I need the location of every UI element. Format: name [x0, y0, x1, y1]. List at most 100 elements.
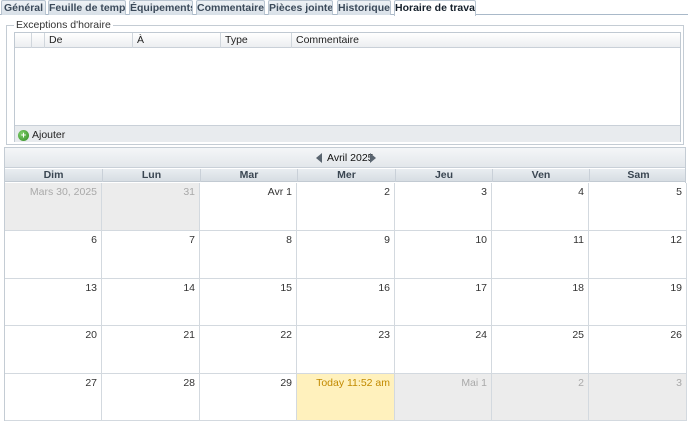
day-number: 13	[85, 282, 97, 294]
day-number: 11	[573, 234, 584, 246]
day-cell[interactable]: 26	[589, 326, 687, 374]
day-cell[interactable]: 3	[589, 374, 687, 421]
day-cell[interactable]: 11	[492, 231, 589, 279]
day-cell[interactable]: 16	[297, 279, 395, 326]
column-header-type[interactable]: Type	[220, 33, 291, 48]
grid-body	[15, 48, 680, 125]
day-cell[interactable]: 2	[492, 374, 589, 421]
calendar-grid: Mars 30, 2025 31 Avr 1 2 3 4 5 6 7 8 9 10 11 12 13 14 15…	[5, 183, 687, 421]
day-number: 28	[183, 377, 195, 389]
weekday-sat: Sam	[589, 169, 687, 182]
day-cell[interactable]: 17	[395, 279, 492, 326]
column-header-comment[interactable]: Commentaire	[291, 33, 680, 48]
row-select-header[interactable]	[31, 33, 44, 48]
day-cell[interactable]: 25	[492, 326, 589, 374]
weekday-header: Dim Lun Mar Mer Jeu Ven Sam	[5, 169, 685, 182]
row-number-header	[15, 33, 31, 48]
day-number: 6	[91, 234, 97, 246]
day-cell[interactable]: Avr 1	[200, 183, 297, 231]
add-label: Ajouter	[32, 129, 66, 141]
tab-history[interactable]: Historique	[337, 0, 391, 15]
day-cell[interactable]: Mars 30, 2025	[5, 183, 102, 231]
day-number: 14	[183, 282, 195, 294]
column-header-to[interactable]: À	[132, 33, 220, 48]
weekday-fri: Ven	[492, 169, 589, 182]
day-cell[interactable]: 24	[395, 326, 492, 374]
day-cell[interactable]: 22	[200, 326, 297, 374]
day-cell[interactable]: 23	[297, 326, 395, 374]
tab-attachments[interactable]: Pièces jointes	[268, 0, 333, 15]
tab-equipment[interactable]: Équipements	[129, 0, 193, 15]
day-number: 23	[378, 329, 390, 341]
day-cell[interactable]: 2	[297, 183, 395, 231]
day-number: Today 11:52 am	[316, 377, 390, 389]
grid-toolbar: + Ajouter	[15, 125, 680, 142]
day-cell[interactable]: 5	[589, 183, 687, 231]
day-number: 15	[280, 282, 292, 294]
day-number: Avr 1	[267, 186, 292, 198]
day-number: 12	[670, 234, 682, 246]
calendar-nav: Avril 2025	[5, 148, 685, 168]
add-exception-button[interactable]: + Ajouter	[18, 128, 65, 142]
day-cell[interactable]: 15	[200, 279, 297, 326]
schedule-exceptions-panel: Exceptions d'horaire De À Type Commentai…	[6, 19, 684, 145]
day-number: Mars 30, 2025	[29, 186, 97, 198]
weekday-sun: Dim	[43, 169, 64, 181]
day-number: 22	[280, 329, 292, 341]
tab-timesheet[interactable]: Feuille de temps	[48, 0, 126, 15]
day-number: 31	[183, 186, 195, 198]
day-cell[interactable]: 18	[492, 279, 589, 326]
day-cell[interactable]: 19	[589, 279, 687, 326]
next-month-icon[interactable]	[370, 153, 376, 163]
day-cell[interactable]: 10	[395, 231, 492, 279]
day-cell[interactable]: 13	[5, 279, 102, 326]
day-cell[interactable]: 20	[5, 326, 102, 374]
day-number: 26	[670, 329, 682, 341]
weekday-thu: Jeu	[395, 169, 492, 182]
day-number: 21	[183, 329, 195, 341]
day-cell[interactable]: 3	[395, 183, 492, 231]
weekday-wed: Mer	[297, 169, 395, 182]
day-number: Mai 1	[461, 377, 487, 389]
day-number: 4	[578, 186, 584, 198]
exceptions-grid: De À Type Commentaire + Ajouter	[14, 32, 681, 142]
day-cell[interactable]: 29	[200, 374, 297, 421]
day-cell[interactable]: 28	[102, 374, 200, 421]
day-number: 29	[280, 377, 292, 389]
day-number: 3	[676, 377, 682, 389]
tab-work-schedule[interactable]: Horaire de travail	[394, 0, 476, 16]
day-number: 7	[189, 234, 195, 246]
day-cell[interactable]: 14	[102, 279, 200, 326]
weekday-mon: Lun	[102, 169, 200, 182]
day-cell[interactable]: 12	[589, 231, 687, 279]
day-number: 2	[578, 377, 584, 389]
weekday-tue: Mar	[200, 169, 297, 182]
day-number: 27	[85, 377, 97, 389]
day-cell[interactable]: 9	[297, 231, 395, 279]
day-cell[interactable]: 31	[102, 183, 200, 231]
day-number: 5	[676, 186, 682, 198]
day-number: 25	[572, 329, 584, 341]
day-number: 20	[85, 329, 97, 341]
day-cell[interactable]: Mai 1	[395, 374, 492, 421]
panel-legend: Exceptions d'horaire	[14, 19, 113, 31]
month-label: Avril 2025	[327, 152, 374, 164]
day-number: 3	[481, 186, 487, 198]
day-cell[interactable]: 8	[200, 231, 297, 279]
day-number: 16	[378, 282, 390, 294]
day-cell[interactable]: 27	[5, 374, 102, 421]
day-number: 2	[384, 186, 390, 198]
tab-general[interactable]: Général	[1, 0, 46, 15]
day-number: 18	[572, 282, 584, 294]
day-cell[interactable]: 4	[492, 183, 589, 231]
day-number: 9	[384, 234, 390, 246]
day-number: 8	[286, 234, 292, 246]
day-cell[interactable]: 6	[5, 231, 102, 279]
add-icon: +	[18, 129, 29, 141]
day-cell[interactable]: 7	[102, 231, 200, 279]
column-header-from[interactable]: De	[44, 33, 132, 48]
tab-comments[interactable]: Commentaires	[196, 0, 265, 15]
previous-month-icon[interactable]	[316, 153, 322, 163]
day-cell[interactable]: 21	[102, 326, 200, 374]
day-cell-today[interactable]: Today 11:52 am	[297, 374, 395, 421]
